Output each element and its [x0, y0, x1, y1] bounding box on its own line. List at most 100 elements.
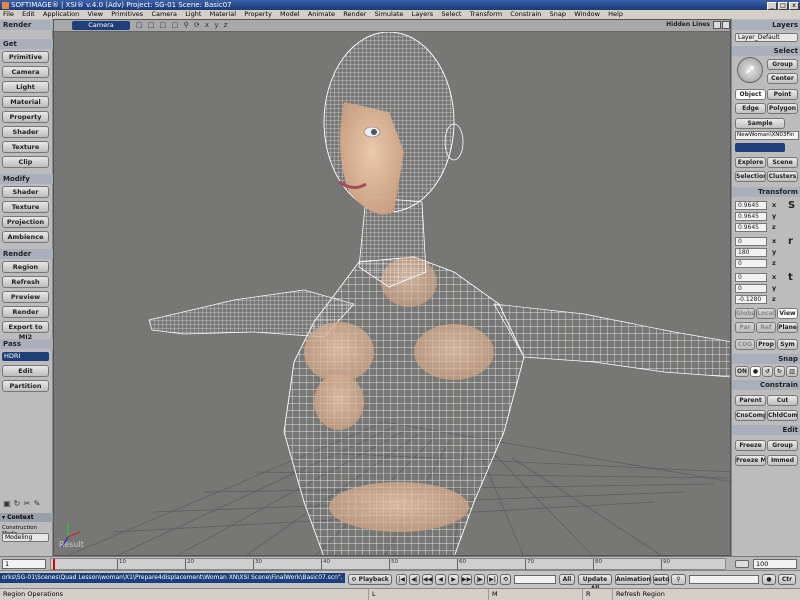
axis-y-toggle[interactable]: y — [214, 21, 218, 29]
view-toggle-icon[interactable]: □ — [172, 21, 179, 29]
timeline-end-field[interactable]: 100 — [753, 559, 797, 569]
menu-transform[interactable]: Transform — [470, 10, 502, 18]
rotate-icon[interactable]: ↻ — [12, 499, 22, 509]
freeze-m-button[interactable]: Freeze M — [735, 455, 766, 466]
goto-end-button[interactable]: ▶| — [487, 574, 498, 585]
select-edge-button[interactable]: Edge — [735, 103, 766, 114]
scale-y-field[interactable]: 0.9645 — [735, 212, 767, 221]
menu-camera[interactable]: Camera — [151, 10, 177, 18]
select-polygon-button[interactable]: Polygon — [767, 103, 798, 114]
context-section-header[interactable]: ▾ Context — [0, 513, 53, 522]
construction-mode-dropdown[interactable]: Modeling — [2, 533, 49, 542]
get-primitive-button[interactable]: Primitive — [2, 51, 49, 63]
minimize-button[interactable]: _ — [767, 2, 777, 10]
view-toggle-icon[interactable]: □ — [160, 21, 167, 29]
local-mode-button[interactable]: Local — [756, 308, 776, 319]
prev-key-button[interactable]: ◀| — [409, 574, 420, 585]
transform-header[interactable]: Transform — [732, 187, 800, 197]
global-mode-button[interactable]: Global — [735, 308, 755, 319]
axis-z-toggle[interactable]: z — [224, 21, 228, 29]
keyframe-field[interactable] — [689, 575, 759, 584]
goto-start-button[interactable]: |◀ — [396, 574, 407, 585]
constrain-header[interactable]: Constrain — [732, 380, 800, 390]
rotate-z-field[interactable]: 0 — [735, 259, 767, 268]
prop-button[interactable]: Prop — [756, 339, 776, 350]
translate-y-field[interactable]: 0 — [735, 284, 767, 293]
menu-simulate[interactable]: Simulate — [375, 10, 404, 18]
pass-dropdown[interactable]: HDRI — [2, 352, 49, 361]
view-mode-button[interactable]: View — [777, 308, 798, 319]
current-frame-field[interactable] — [514, 575, 556, 584]
menu-help[interactable]: Help — [608, 10, 623, 18]
timeline-start-field[interactable]: 1 — [2, 559, 46, 569]
render-region-button[interactable]: Region — [2, 261, 49, 273]
explore-button[interactable]: Explore — [735, 157, 766, 168]
axis-x-toggle[interactable]: x — [205, 21, 209, 29]
constrain-parent-button[interactable]: Parent — [735, 395, 766, 406]
close-button[interactable]: x — [789, 2, 799, 10]
3d-viewport[interactable]: Camera □ □ □ □ ⚲ ⟳ x y z Hidden Lines Re… — [53, 19, 731, 556]
sym-button[interactable]: Sym — [777, 339, 798, 350]
view-toggle-icon[interactable]: □ — [136, 21, 143, 29]
cns-comp-button[interactable]: CnsComp — [735, 410, 766, 421]
translate-tool-icon[interactable]: t — [788, 272, 793, 283]
scale-z-field[interactable]: 0.9645 — [735, 223, 767, 232]
layers-header[interactable]: Layers — [732, 20, 800, 30]
menu-file[interactable]: File — [3, 10, 14, 18]
toolbar-header[interactable]: Render — [0, 20, 53, 30]
view-toggle-icon[interactable]: □ — [148, 21, 155, 29]
menu-property[interactable]: Property — [244, 10, 272, 18]
timeline-ruler[interactable]: 10 20 30 40 50 60 70 80 90 — [50, 558, 726, 570]
viewport-close-button[interactable] — [722, 21, 730, 29]
step-back-button[interactable]: ◀◀ — [422, 574, 433, 585]
menu-animate[interactable]: Animate — [308, 10, 335, 18]
layer-dropdown[interactable]: Layer_Default — [735, 33, 798, 42]
timeline-end-toggle[interactable] — [735, 560, 749, 568]
all-button[interactable]: All — [559, 574, 575, 585]
scene-button[interactable]: Scene — [767, 157, 798, 168]
rotate-x-field[interactable]: 0 — [735, 237, 767, 246]
snap-surface-icon[interactable]: ↻ — [774, 366, 785, 377]
camera-dropdown[interactable]: Camera — [72, 21, 130, 30]
select-group-button[interactable]: Group — [767, 59, 798, 70]
menu-snap[interactable]: Snap — [550, 10, 566, 18]
menu-edit[interactable]: Edit — [22, 10, 35, 18]
select-header[interactable]: Select — [732, 46, 800, 56]
selection-button[interactable]: Selection — [735, 171, 766, 182]
edit-header[interactable]: Edit — [732, 425, 800, 435]
par-mode-button[interactable]: Par — [735, 322, 755, 333]
menu-primitives[interactable]: Primitives — [111, 10, 143, 18]
clusters-button[interactable]: Clusters — [767, 171, 798, 182]
key-indicator-icon[interactable]: ● — [762, 574, 776, 585]
get-shader-button[interactable]: Shader — [2, 126, 49, 138]
auto-key-button[interactable]: auto — [653, 574, 669, 585]
viewport-maximize-button[interactable] — [713, 21, 721, 29]
selection-filter-field[interactable] — [735, 143, 785, 152]
maximize-button[interactable]: □ — [778, 2, 788, 10]
select-sample-button[interactable]: Sample — [735, 118, 785, 129]
rotate-tool-icon[interactable]: r — [788, 236, 793, 247]
orbit-icon[interactable]: ⟳ — [194, 21, 200, 29]
snap-curve-icon[interactable]: ↺ — [762, 366, 773, 377]
display-mode-dropdown[interactable]: Hidden Lines — [666, 21, 710, 28]
immed-button[interactable]: Immed — [767, 455, 798, 466]
select-point-button[interactable]: Point — [767, 89, 798, 100]
select-object-button[interactable]: Object — [735, 89, 766, 100]
animation-button[interactable]: Animation — [615, 574, 651, 585]
play-forward-button[interactable]: ▶ — [448, 574, 459, 585]
menu-render[interactable]: Render — [343, 10, 366, 18]
selected-object-name[interactable]: NewWoman\XN03Fin — [735, 131, 799, 140]
script-command-line[interactable]: orks\SG-01\Scenes\Quad Lesson\woman\X1\P… — [0, 573, 345, 583]
menu-select[interactable]: Select — [441, 10, 461, 18]
menu-light[interactable]: Light — [185, 10, 201, 18]
get-clip-button[interactable]: Clip — [2, 156, 49, 168]
modify-texture-button[interactable]: Texture — [2, 201, 49, 213]
step-forward-button[interactable]: ▶▶ — [461, 574, 472, 585]
scale-x-field[interactable]: 0.9645 — [735, 201, 767, 210]
snap-header[interactable]: Snap — [732, 354, 800, 364]
timeline-playhead[interactable] — [53, 559, 55, 570]
render-render-button[interactable]: Render — [2, 306, 49, 318]
rotate-y-field[interactable]: 180 — [735, 248, 767, 257]
render-preview-button[interactable]: Preview — [2, 291, 49, 303]
snapshot-icon[interactable]: ▣ — [2, 499, 12, 509]
